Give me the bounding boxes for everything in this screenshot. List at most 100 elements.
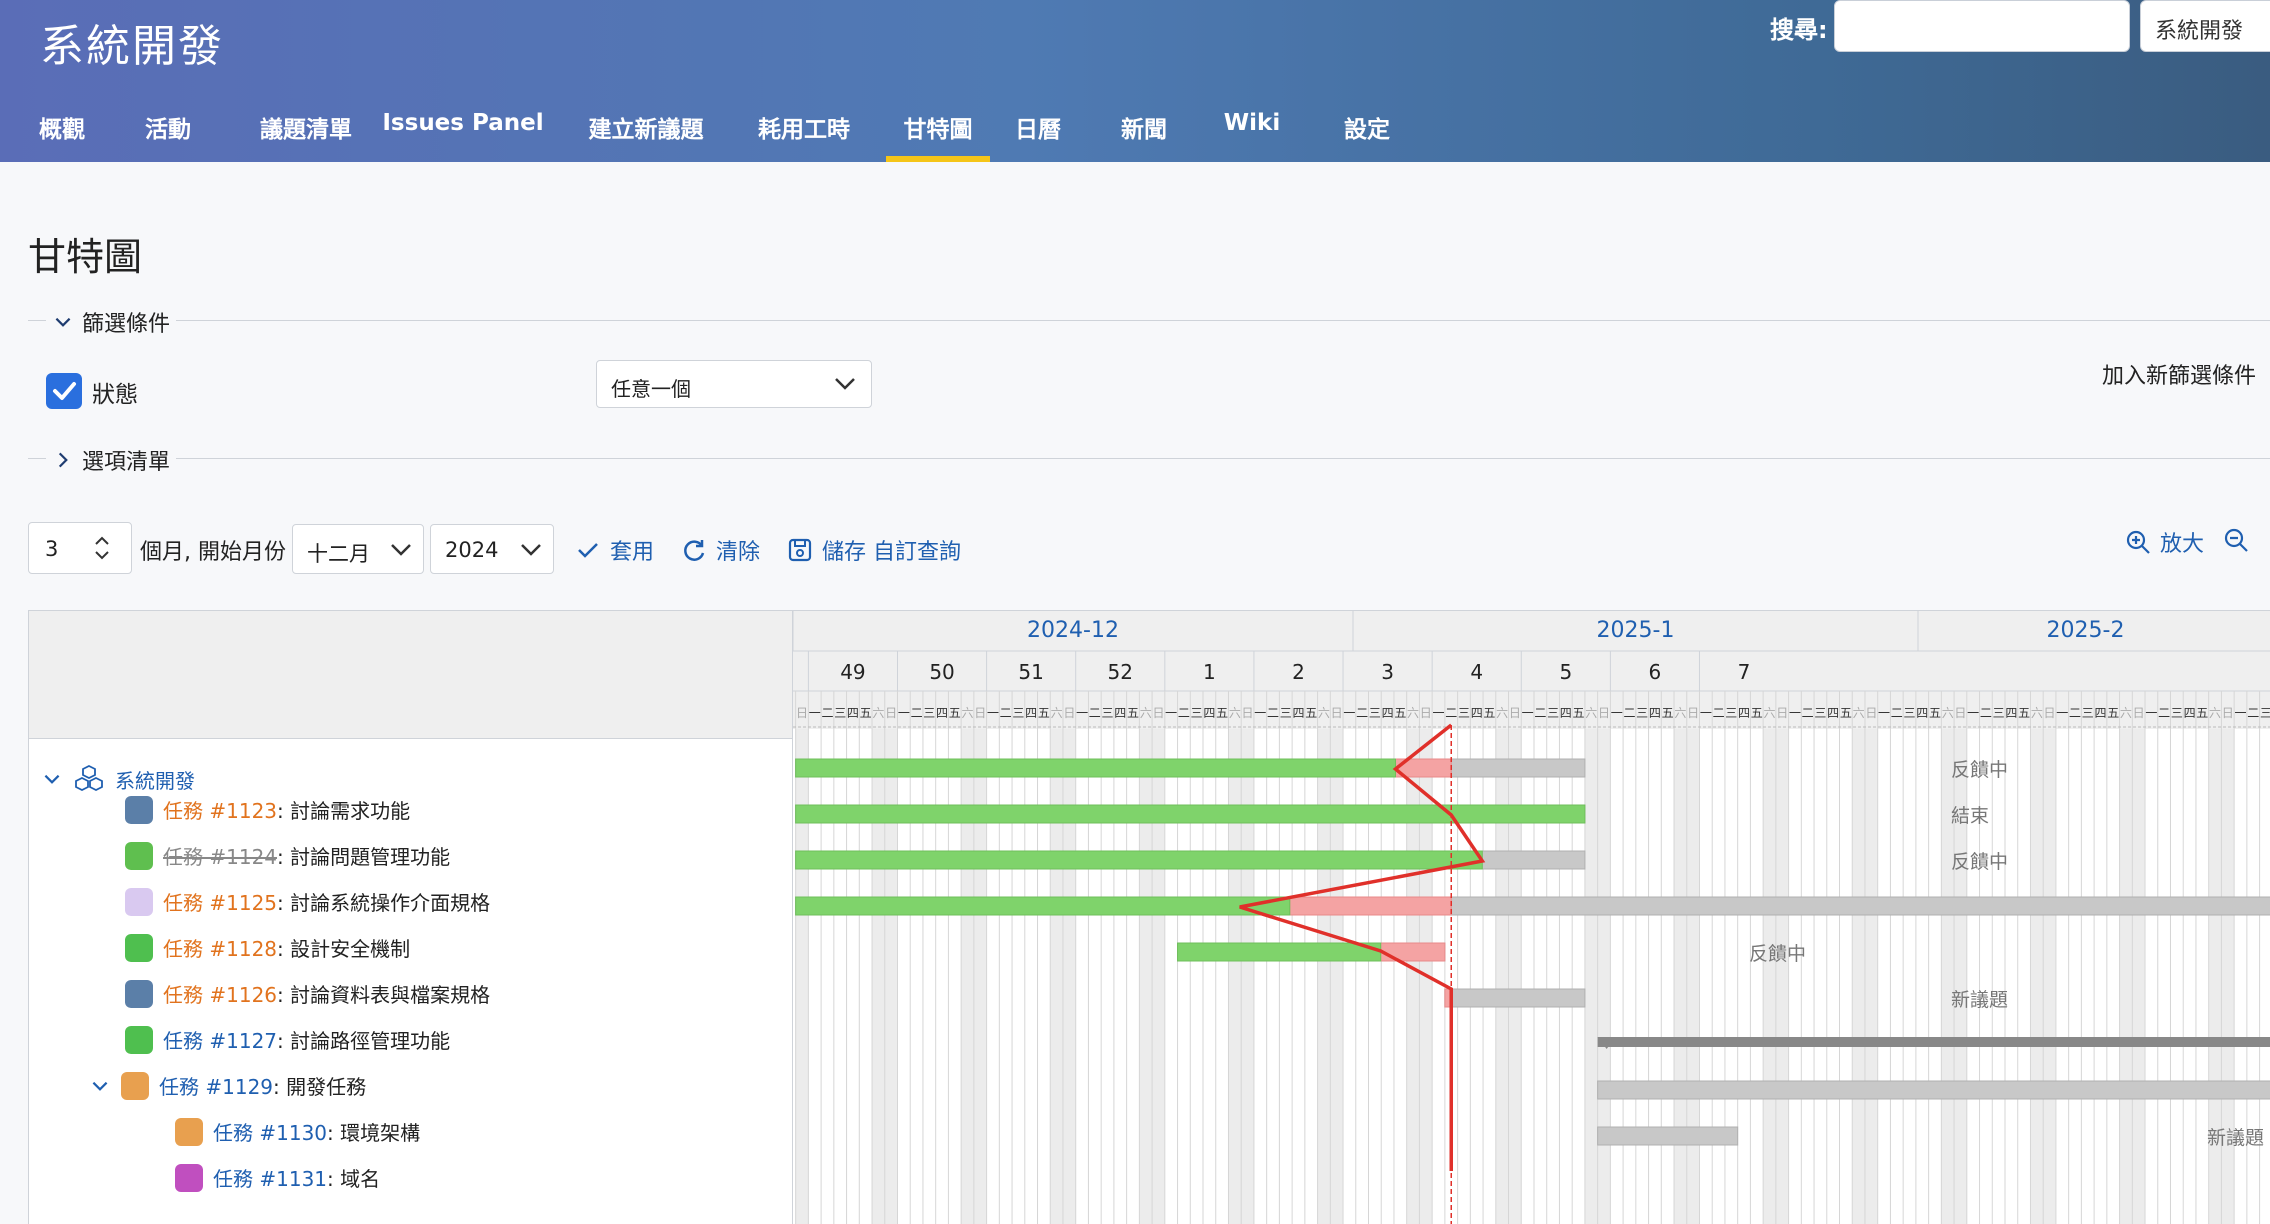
tab-4[interactable]: 建立新議題	[568, 104, 724, 162]
clear-button[interactable]: 清除	[680, 534, 760, 566]
weekday-label: 日	[1954, 706, 1966, 720]
filters-toggle[interactable]: 篩選條件	[52, 306, 170, 338]
task-bar-done	[795, 896, 1291, 916]
chevron-down-icon[interactable]	[41, 768, 63, 790]
weekday-label: 五	[1483, 706, 1495, 720]
weekday-label: 一	[987, 706, 999, 720]
save-query-button[interactable]: 儲存 自訂查詢	[786, 534, 961, 566]
year-select[interactable]: 2024	[430, 524, 554, 574]
app-title[interactable]: 系統開發	[40, 10, 224, 74]
refresh-icon	[684, 540, 705, 561]
weekday-label: 六	[1674, 706, 1686, 720]
weekend-shade	[1406, 729, 1420, 1224]
issue-title: 任務 #1125: 討論系統操作介面規格	[163, 887, 490, 916]
task-bar-late	[1289, 896, 1452, 916]
month-select[interactable]: 十二月	[292, 524, 424, 574]
issue-row[interactable]: 任務 #1128: 設計安全機制	[125, 933, 410, 962]
fieldset-border	[28, 320, 46, 321]
weekend-shade	[2132, 729, 2146, 1224]
weekday-label: 一	[1343, 706, 1355, 720]
weekday-label: 日	[2044, 706, 2056, 720]
issue-link[interactable]: 任務 #1123	[163, 799, 277, 823]
zoom-in-button[interactable]: 放大	[2124, 526, 2204, 558]
weekday-label: 六	[2209, 706, 2221, 720]
weekday-label: 四	[1560, 706, 1572, 720]
tab-6[interactable]: 甘特圖	[886, 104, 990, 162]
zoom-out-button[interactable]	[2222, 526, 2250, 554]
issue-link[interactable]: 任務 #1126	[163, 983, 277, 1007]
weekday-label: 二	[1713, 706, 1725, 720]
weekday-label: 二	[1356, 706, 1368, 720]
gantt-timeline: 2024-12 2025-1 2025-2日一二三四五六日一二三四五六日一二三四五六…	[793, 611, 2270, 1224]
weekday-label: 一	[1878, 706, 1890, 720]
weekday-label: 日	[1242, 706, 1254, 720]
search-input[interactable]	[1834, 0, 2130, 52]
status-filter-label[interactable]: 狀態	[92, 375, 138, 409]
issue-row[interactable]: 任務 #1131: 域名	[175, 1163, 380, 1192]
user-avatar-icon	[175, 1163, 203, 1192]
stepper-icon[interactable]	[91, 533, 113, 563]
tab-3[interactable]: Issues Panel	[376, 104, 550, 162]
clear-label: 清除	[716, 540, 761, 565]
chevron-down-icon	[55, 317, 71, 327]
issue-link[interactable]: 任務 #1127	[163, 1029, 277, 1053]
status-checkbox[interactable]	[46, 373, 82, 409]
week-label: 6	[1649, 660, 1662, 684]
tab-7[interactable]: 日曆	[1002, 104, 1074, 162]
weekday-label: 一	[809, 706, 821, 720]
issue-link[interactable]: 任務 #1125	[163, 891, 277, 915]
issue-link[interactable]: 任務 #1131	[213, 1167, 327, 1191]
issue-row[interactable]: 任務 #1127: 討論路徑管理功能	[125, 1025, 450, 1054]
issue-status-label: 新議題	[1951, 989, 2008, 1011]
tab-10[interactable]: 設定	[1316, 104, 1418, 162]
tab-5[interactable]: 耗用工時	[742, 104, 866, 162]
issue-link[interactable]: 任務 #1124	[163, 845, 277, 869]
weekday-label: 五	[1038, 706, 1050, 720]
weekday-label: 六	[1942, 706, 1954, 720]
issue-row[interactable]: 任務 #1126: 討論資料表與檔案規格	[125, 979, 490, 1008]
issue-subject: : 域名	[327, 1167, 381, 1191]
weekday-label: 一	[2234, 706, 2246, 720]
project-jump-select[interactable]: 系統開發	[2140, 0, 2270, 52]
gantt-chart: 系統開發 任務 #1123: 討論需求功能 任務 #1124: 討論問題管理功能任…	[28, 610, 2270, 1224]
weekday-label: 二	[1891, 706, 1903, 720]
user-avatar-icon	[175, 1117, 203, 1146]
issue-row[interactable]: 任務 #1125: 討論系統操作介面規格	[125, 887, 490, 916]
issue-row[interactable]: 任務 #1123: 討論需求功能	[125, 795, 410, 824]
weekend-shade	[872, 729, 885, 1224]
issue-row[interactable]: 任務 #1130: 環境架構	[175, 1117, 420, 1146]
issue-subject: : 討論需求功能	[277, 799, 411, 823]
weekday-label: 五	[2196, 706, 2208, 720]
weekday-label: 三	[834, 706, 846, 720]
apply-label: 套用	[610, 540, 655, 565]
issue-link[interactable]: 任務 #1130	[213, 1121, 327, 1145]
weekday-label: 二	[1178, 706, 1190, 720]
weekday-label: 五	[1305, 706, 1317, 720]
apply-button[interactable]: 套用	[574, 534, 654, 566]
options-toggle[interactable]: 選項清單	[52, 444, 170, 476]
week-label: 51	[1018, 660, 1043, 684]
tab-1[interactable]: 活動	[118, 104, 218, 162]
weekend-shade	[1050, 729, 1063, 1224]
project-row[interactable]: 系統開發	[41, 763, 195, 795]
issue-link[interactable]: 任務 #1128	[163, 937, 277, 961]
tab-9[interactable]: Wiki	[1210, 104, 1294, 162]
weekday-label: 四	[847, 706, 859, 720]
tab-8[interactable]: 新聞	[1092, 104, 1196, 162]
tab-0[interactable]: 概觀	[20, 104, 104, 162]
weekday-label: 一	[1076, 706, 1088, 720]
weekday-label: 三	[1904, 706, 1916, 720]
chevron-down-icon[interactable]	[89, 1075, 111, 1097]
issue-row[interactable]: 任務 #1124: 討論問題管理功能	[125, 841, 450, 870]
weekend-shade	[795, 729, 809, 1224]
zoom-in-icon	[2126, 530, 2150, 554]
status-operator-select[interactable]: 任意一個	[596, 360, 872, 408]
project-link[interactable]: 系統開發	[115, 765, 195, 794]
issue-row[interactable]: 任務 #1129: 開發任務	[89, 1071, 366, 1100]
weekday-label: 二	[1089, 706, 1101, 720]
months-input[interactable]: 3	[28, 522, 132, 574]
tab-2[interactable]: 議題清單	[236, 104, 376, 162]
week-label: 4	[1470, 660, 1483, 684]
weekend-shade	[1686, 729, 1700, 1224]
issue-link[interactable]: 任務 #1129	[159, 1075, 273, 1099]
